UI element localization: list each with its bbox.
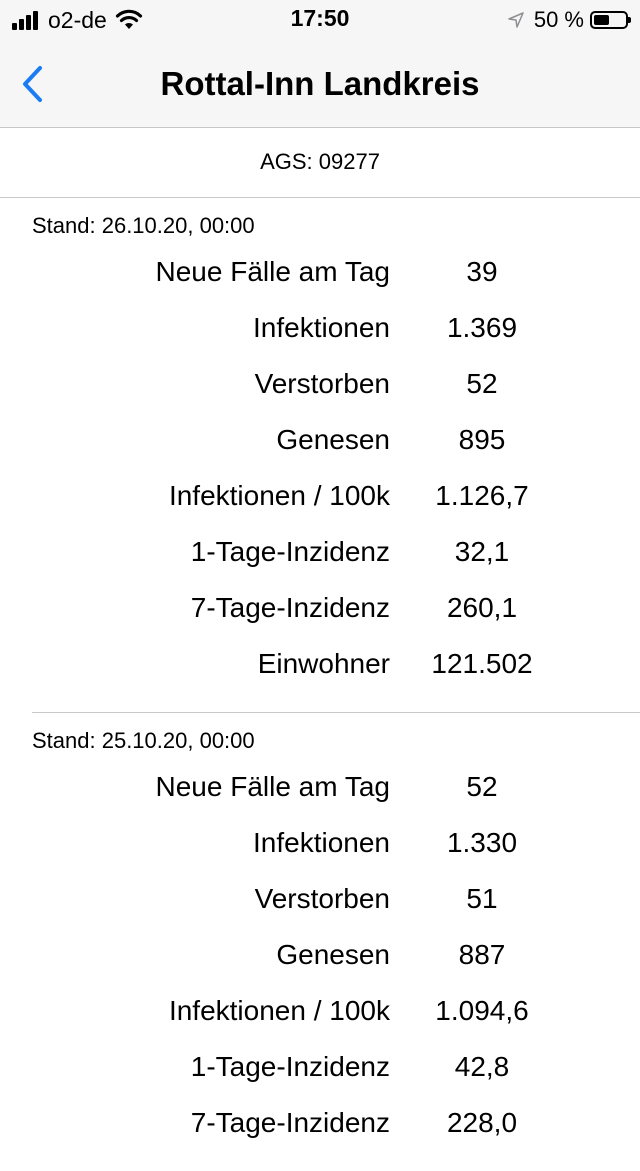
stat-value: 1.330 — [446, 827, 518, 858]
location-icon — [508, 12, 524, 28]
record-section: Stand: 26.10.20, 00:00 Neue Fälle am Tag 3… — [0, 198, 640, 712]
battery-fill — [594, 15, 609, 25]
stat-value: 39 — [466, 256, 498, 287]
stat-label: Neue Fälle am Tag — [155, 256, 391, 287]
stat-row: Infektionen 1.330 — [0, 815, 640, 871]
stat-row: Infektionen / 100k 1.094,6 — [0, 983, 640, 1039]
stat-label: 7-Tage-Inzidenz — [190, 592, 390, 623]
stat-label: Infektionen — [253, 827, 390, 858]
stat-row: Verstorben 52 — [0, 356, 640, 412]
stat-value: 895 — [458, 424, 506, 455]
stat-label: Einwohner — [257, 648, 390, 679]
stat-row: Verstorben 51 — [0, 871, 640, 927]
stat-value: 42,8 — [454, 1051, 510, 1082]
stat-row: 1-Tage-Inzidenz 42,8 — [0, 1039, 640, 1095]
stat-value: 121.502 — [431, 648, 533, 679]
page-title: Rottal-Inn Landkreis — [160, 65, 480, 102]
stat-label: Neue Fälle am Tag — [155, 771, 391, 802]
battery-percentage: 50 % — [533, 7, 584, 32]
stat-row: Genesen 895 — [0, 412, 640, 468]
stat-row: 7-Tage-Inzidenz 260,1 — [0, 580, 640, 636]
stat-row: Infektionen 1.369 — [0, 300, 640, 356]
stat-label: Infektionen / 100k — [168, 480, 390, 511]
navigation-bar: Rottal-Inn Landkreis — [0, 40, 640, 128]
record-date: Stand: 25.10.20, 00:00 — [32, 728, 255, 753]
stat-value: 1.094,6 — [435, 995, 529, 1026]
stat-value: 32,1 — [454, 536, 510, 567]
stat-label: Verstorben — [254, 368, 390, 399]
stat-label: Genesen — [276, 939, 390, 970]
stat-row: Infektionen / 100k 1.126,7 — [0, 468, 640, 524]
stat-row: Einwohner 121.502 — [0, 636, 640, 692]
stat-row: 1-Tage-Inzidenz 32,1 — [0, 524, 640, 580]
stat-value: 51 — [466, 883, 498, 914]
stat-label: 1-Tage-Inzidenz — [190, 1051, 390, 1082]
stat-label: Infektionen / 100k — [168, 995, 390, 1026]
record-section: Stand: 25.10.20, 00:00 Neue Fälle am Tag 5… — [32, 712, 640, 1171]
stat-value: 52 — [466, 771, 498, 802]
stat-label: 1-Tage-Inzidenz — [190, 536, 390, 567]
stat-row: Neue Fälle am Tag 52 — [0, 759, 640, 815]
ags-code: AGS: 09277 — [0, 128, 640, 198]
stat-value: 887 — [458, 939, 506, 970]
stat-value: 52 — [466, 368, 498, 399]
record-date: Stand: 26.10.20, 00:00 — [32, 213, 255, 238]
stat-row: 7-Tage-Inzidenz 228,0 — [0, 1095, 640, 1151]
battery-icon — [590, 11, 631, 29]
stat-label: 7-Tage-Inzidenz — [190, 1107, 390, 1138]
stat-row: Neue Fälle am Tag 39 — [0, 244, 640, 300]
stat-value: 1.369 — [446, 312, 518, 343]
stat-label: Infektionen — [253, 312, 390, 343]
status-right: 50 % — [508, 6, 631, 34]
stat-label: Verstorben — [254, 883, 390, 914]
stat-value: 1.126,7 — [435, 480, 529, 511]
status-bar: o2-de 17:50 50 % — [0, 0, 640, 40]
stat-label: Genesen — [276, 424, 390, 455]
stat-row: Genesen 887 — [0, 927, 640, 983]
stat-value: 260,1 — [446, 592, 518, 623]
records-list[interactable]: Stand: 26.10.20, 00:00 Neue Fälle am Tag 3… — [0, 198, 640, 1171]
stat-value: 228,0 — [446, 1107, 518, 1138]
